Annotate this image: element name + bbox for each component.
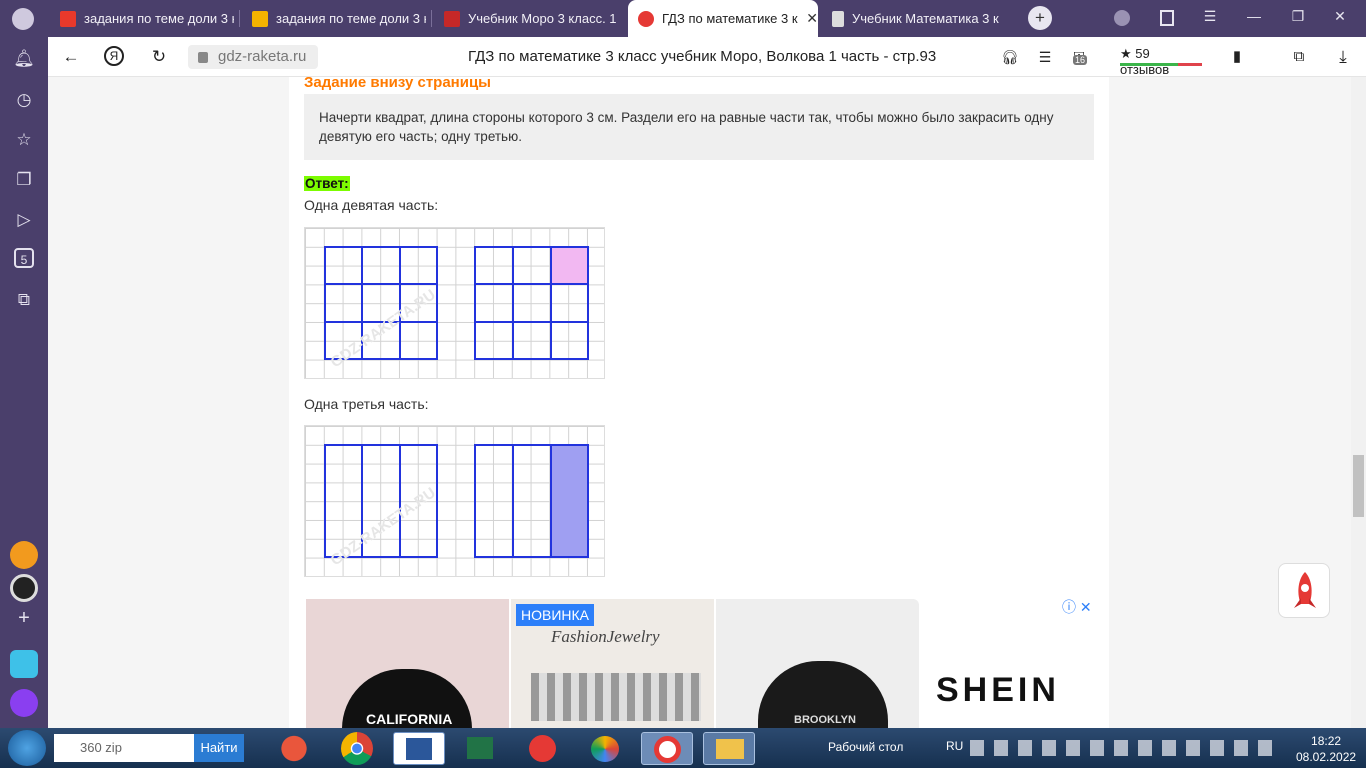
menu-icon[interactable]: ☰: [1200, 8, 1220, 25]
yandex-browser-icon[interactable]: [517, 732, 569, 765]
rocket-favicon-icon: [638, 10, 654, 27]
ad-cap-text-2: BROOKLYN: [794, 714, 856, 726]
tab-title: ГДЗ по математике 3 к: [662, 11, 798, 26]
chrome-icon[interactable]: [341, 732, 373, 765]
browser-sidebar: 🔔︎ ◷ ☆ ❐ ▷ 5 ⧉ +: [0, 37, 48, 728]
bell-icon[interactable]: 🔔︎: [12, 47, 36, 71]
task-text: Начерти квадрат, длина стороны которого …: [319, 110, 1054, 144]
task-box: Начерти квадрат, длина стороны которого …: [304, 94, 1094, 160]
collections-icon[interactable]: ⧉: [1288, 46, 1310, 68]
one-ninth-figure: GDZ-RAKETA.RU: [304, 227, 605, 379]
yandex-active-icon[interactable]: [641, 732, 693, 765]
tab-3[interactable]: Учебник Моро 3 класс. 1: [434, 0, 624, 37]
one-third-figure: GDZ-RAKETA.RU: [304, 425, 605, 577]
document-favicon-icon: [832, 10, 844, 27]
tray-icons[interactable]: [970, 740, 1280, 756]
advertisement[interactable]: CALIFORNIA FashionJewelry BROOKLYN НОВИН…: [304, 599, 1094, 728]
ad-new-badge: НОВИНКА: [516, 604, 595, 626]
book-favicon-icon: [444, 10, 460, 27]
history-icon[interactable]: ◷: [12, 88, 36, 112]
tab-title: задания по теме доли 3 к: [276, 11, 426, 26]
ad-cap-text: CALIFORNIA: [366, 711, 453, 727]
page-viewport: Задание внизу страницы Начерти квадрат, …: [48, 77, 1351, 728]
add-app-icon[interactable]: +: [10, 607, 38, 635]
tab-title: задания по теме доли 3 к: [84, 11, 234, 26]
tab-title: Учебник Математика 3 к: [852, 11, 999, 26]
protect-count-badge: 16: [1073, 55, 1088, 65]
tab-2[interactable]: задания по теме доли 3 к: [242, 0, 432, 37]
taskbar-search-input[interactable]: 360 zip: [54, 734, 194, 762]
tab-1[interactable]: задания по теме доли 3 к: [50, 0, 240, 37]
rocket-widget-button[interactable]: [1278, 563, 1330, 618]
caption-one-third: Одна третья часть:: [304, 396, 429, 412]
start-button[interactable]: [8, 730, 46, 766]
scrollbar[interactable]: [1351, 77, 1366, 728]
one-third-drawing: GDZ-RAKETA.RU: [324, 444, 589, 569]
windows-taskbar: e 360 zip Найти Рабочий стол RU 18:22 08…: [0, 728, 1366, 768]
one-ninth-drawing: GDZ-RAKETA.RU: [324, 246, 589, 371]
download-icon[interactable]: ⤓: [1332, 46, 1354, 68]
5-icon[interactable]: 5: [14, 248, 34, 268]
time: 18:22: [1311, 734, 1342, 748]
language-indicator[interactable]: RU: [946, 739, 963, 753]
taskbar-search-button[interactable]: Найти: [194, 734, 244, 762]
ad-cap-image-2[interactable]: BROOKLYN: [716, 599, 919, 728]
restore-button[interactable]: ❐: [1288, 8, 1308, 25]
scrollbar-thumb[interactable]: [1353, 455, 1364, 517]
account-icon[interactable]: [1114, 10, 1130, 26]
collections-icon[interactable]: ❐: [12, 168, 36, 192]
tab-title: Учебник Моро 3 класс. 1: [468, 11, 617, 26]
explorer-icon[interactable]: [703, 732, 755, 765]
answer-label: Ответ:: [304, 176, 350, 191]
profile-avatar[interactable]: [12, 8, 34, 30]
screenshot-icon[interactable]: ⧉: [12, 288, 36, 312]
yandex-favicon-icon: [60, 10, 76, 27]
tab-5[interactable]: Учебник Математика 3 к: [822, 0, 1012, 37]
caption-one-ninth: Одна девятая часть:: [304, 197, 439, 213]
close-window-button[interactable]: ✕: [1330, 8, 1350, 25]
reviews-button[interactable]: ★ 59 отзывов: [1120, 46, 1202, 77]
paint-icon[interactable]: [579, 732, 631, 765]
tab-4-active[interactable]: ГДЗ по математике 3 к ✕: [628, 0, 818, 37]
ad-jewelry-text: FashionJewelry: [551, 627, 660, 646]
tab-bar: задания по теме доли 3 к задания по теме…: [0, 0, 1366, 37]
collections-tab-icon[interactable]: [1160, 10, 1174, 26]
image-favicon-icon: [252, 10, 268, 27]
video-icon[interactable]: ▷: [12, 208, 36, 232]
alice-app-icon[interactable]: [10, 574, 38, 602]
tab-close-icon[interactable]: ✕: [806, 10, 818, 27]
rocket-icon: [1294, 572, 1316, 608]
ad-cap-image[interactable]: CALIFORNIA: [306, 599, 509, 728]
desktop-toolbar[interactable]: Рабочий стол: [828, 740, 903, 754]
minimize-button[interactable]: —: [1244, 8, 1264, 24]
clock[interactable]: 18:22 08.02.2022: [1296, 733, 1356, 765]
word-icon[interactable]: [393, 732, 445, 765]
ad-brand[interactable]: SHEIN: [936, 671, 1060, 710]
new-tab-button[interactable]: +: [1028, 6, 1052, 30]
lock-icon: [198, 52, 208, 63]
excel-icon[interactable]: [455, 732, 507, 765]
star-icon[interactable]: ☆: [12, 128, 36, 152]
reader-icon[interactable]: ☰: [1034, 46, 1056, 68]
page-title: ГДЗ по математике 3 класс учебник Моро, …: [468, 48, 937, 65]
messenger-app-icon[interactable]: [10, 650, 38, 678]
assistant-app-icon[interactable]: [10, 689, 38, 717]
media-app-icon[interactable]: [268, 732, 320, 765]
bookmark-icon[interactable]: ▮: [1226, 46, 1248, 68]
address-bar: ← Я ↻ gdz-raketa.ru ГДЗ по математике 3 …: [48, 37, 1366, 77]
date: 08.02.2022: [1296, 750, 1357, 764]
task-title: Задание внизу страницы: [304, 77, 491, 91]
back-arrow-icon[interactable]: ←: [60, 46, 82, 68]
mail-app-icon[interactable]: [10, 541, 38, 569]
ad-close-icon[interactable]: ⓘ ✕: [1062, 597, 1092, 617]
article: Задание внизу страницы Начерти квадрат, …: [289, 77, 1109, 728]
yandex-icon[interactable]: Я: [104, 46, 124, 66]
reload-icon[interactable]: ↻: [148, 46, 170, 68]
headphones-icon[interactable]: 🎧︎: [999, 46, 1021, 68]
